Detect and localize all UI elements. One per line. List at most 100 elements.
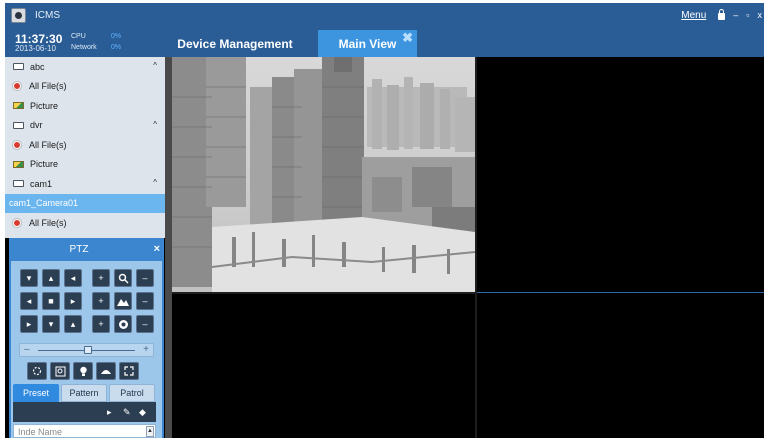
video-cell-2[interactable]	[477, 57, 764, 292]
tree-item-label: abc	[30, 61, 45, 72]
tab-patrol[interactable]: Patrol	[109, 384, 155, 402]
tab-label: Device Management	[177, 37, 293, 51]
focus-icon	[114, 292, 132, 310]
lock-icon[interactable]	[718, 9, 726, 20]
ptz-body: ▾ ▴ ◂ ◂ ■ ▸ ▸ ▾ ▴ + – + – + – – + Preset…	[11, 261, 162, 438]
slider-handle[interactable]	[84, 346, 92, 354]
tab-label: Main View	[338, 36, 397, 51]
preset-list-header: Inde Name	[18, 427, 63, 437]
tree-item-label: All File(s)	[29, 139, 67, 150]
ptz-header: PTZ ×	[9, 238, 164, 261]
tree-item-files[interactable]: All File(s)	[5, 135, 165, 155]
video-cell-3[interactable]	[172, 294, 475, 438]
preset-delete-icon[interactable]: ◆	[139, 407, 146, 418]
tree-item-files[interactable]: All File(s)	[5, 213, 165, 233]
tree-item-camera-selected[interactable]: cam1_Camera01	[5, 193, 165, 213]
tree-item-label: All File(s)	[29, 217, 67, 228]
ptz-speed-slider[interactable]: – +	[19, 343, 154, 357]
slider-plus-icon: +	[143, 344, 149, 355]
network-value: 0%	[111, 44, 122, 51]
ptz-close-button[interactable]: ×	[154, 243, 160, 255]
auto-scan-button[interactable]	[27, 362, 47, 380]
zoom-area-button[interactable]	[50, 362, 70, 380]
focus-near-button[interactable]: +	[92, 292, 110, 310]
device-tree: abc ^ All File(s) Picture dvr ^ All File…	[5, 57, 165, 238]
picture-icon	[13, 160, 24, 168]
wiper-icon[interactable]	[96, 362, 116, 380]
tree-item-files[interactable]: All File(s)	[5, 77, 165, 97]
pan-down-right-button[interactable]: ▴	[64, 315, 82, 333]
minimize-button[interactable]: –	[733, 10, 738, 20]
tilt-down-button[interactable]: ▾	[42, 315, 60, 333]
tree-item-label: Picture	[30, 159, 59, 170]
record-icon	[13, 140, 21, 149]
zoom-in-button[interactable]: +	[92, 269, 110, 287]
iris-close-button[interactable]: –	[136, 315, 154, 333]
title-bar: ICMS Menu – ▫ x	[5, 3, 764, 27]
ptz-title: PTZ	[69, 244, 89, 255]
tree-item-label: All File(s)	[29, 81, 67, 92]
collapse-icon[interactable]: ^	[153, 61, 157, 70]
collapse-icon[interactable]: ^	[153, 120, 157, 129]
tree-item-device[interactable]: abc ^	[5, 57, 165, 77]
ptz-panel: PTZ × ▾ ▴ ◂ ◂ ■ ▸ ▸ ▾ ▴ + – + – + – – + …	[9, 238, 164, 438]
light-icon[interactable]	[73, 362, 93, 380]
cpu-value: 0%	[111, 33, 122, 40]
tilt-up-button[interactable]: ▴	[42, 269, 60, 287]
close-tab-icon[interactable]: ✖	[402, 31, 413, 44]
device-icon	[13, 121, 24, 129]
tab-preset[interactable]: Preset	[13, 384, 59, 402]
focus-far-button[interactable]: –	[136, 292, 154, 310]
restore-button[interactable]: ▫	[746, 10, 749, 20]
menu-link[interactable]: Menu	[681, 10, 706, 21]
iris-open-button[interactable]: +	[92, 315, 110, 333]
iris-icon	[114, 315, 132, 333]
zoom-out-button[interactable]: –	[136, 269, 154, 287]
tree-item-picture[interactable]: Picture	[5, 155, 165, 175]
slider-minus-icon: –	[24, 344, 30, 355]
tab-pattern[interactable]: Pattern	[61, 384, 107, 402]
network-label: Network	[71, 44, 97, 51]
cpu-label: CPU	[71, 33, 86, 40]
picture-icon	[13, 102, 24, 110]
tree-item-device[interactable]: dvr ^	[5, 116, 165, 136]
video-grid	[165, 57, 764, 438]
video-cell-4[interactable]	[477, 294, 764, 438]
tab-label: Preset	[22, 388, 49, 398]
pan-up-left-button[interactable]: ▾	[20, 269, 38, 287]
tree-item-label: cam1_Camera01	[9, 198, 79, 209]
tree-item-device[interactable]: cam1 ^	[5, 174, 165, 194]
app-title: ICMS	[35, 9, 60, 21]
preset-edit-icon[interactable]: ✎	[123, 407, 131, 418]
preset-toolbar: ▸ ✎ ◆	[13, 402, 156, 422]
collapse-icon[interactable]: ^	[153, 178, 157, 187]
preset-list[interactable]: Inde Name ▲	[13, 424, 156, 438]
fullscreen-icon[interactable]	[119, 362, 139, 380]
record-icon	[13, 218, 21, 227]
pan-left-button[interactable]: ◂	[20, 292, 38, 310]
tree-item-label: cam1	[30, 178, 53, 189]
device-icon	[13, 180, 24, 188]
clock-date: 2013-06-10	[15, 44, 56, 53]
tree-item-label: dvr	[30, 120, 43, 131]
zoom-icon	[114, 269, 132, 287]
pan-up-right-button[interactable]: ◂	[64, 269, 82, 287]
ptz-stop-button[interactable]: ■	[42, 292, 60, 310]
video-divider-active	[477, 292, 764, 293]
scroll-up-arrow[interactable]: ▲	[146, 426, 154, 437]
tab-device-management[interactable]: Device Management	[165, 31, 305, 57]
tab-label: Pattern	[69, 388, 99, 398]
preset-play-icon[interactable]: ▸	[107, 407, 112, 418]
app-logo-icon	[11, 7, 26, 23]
tab-main-view[interactable]: Main View ✖	[318, 30, 417, 57]
camera-feed-image	[172, 57, 475, 292]
video-cell-1[interactable]	[172, 57, 475, 292]
close-window-button[interactable]: x	[758, 10, 763, 20]
pan-right-button[interactable]: ▸	[64, 292, 82, 310]
header-bar: 11:37:30 2013-06-10 CPU 0% Network 0% De…	[5, 27, 764, 57]
pan-down-left-button[interactable]: ▸	[20, 315, 38, 333]
window-controls: Menu – ▫ x	[681, 3, 764, 27]
device-icon	[13, 63, 24, 71]
tree-item-label: Picture	[30, 100, 59, 111]
tree-item-picture[interactable]: Picture	[5, 96, 165, 116]
